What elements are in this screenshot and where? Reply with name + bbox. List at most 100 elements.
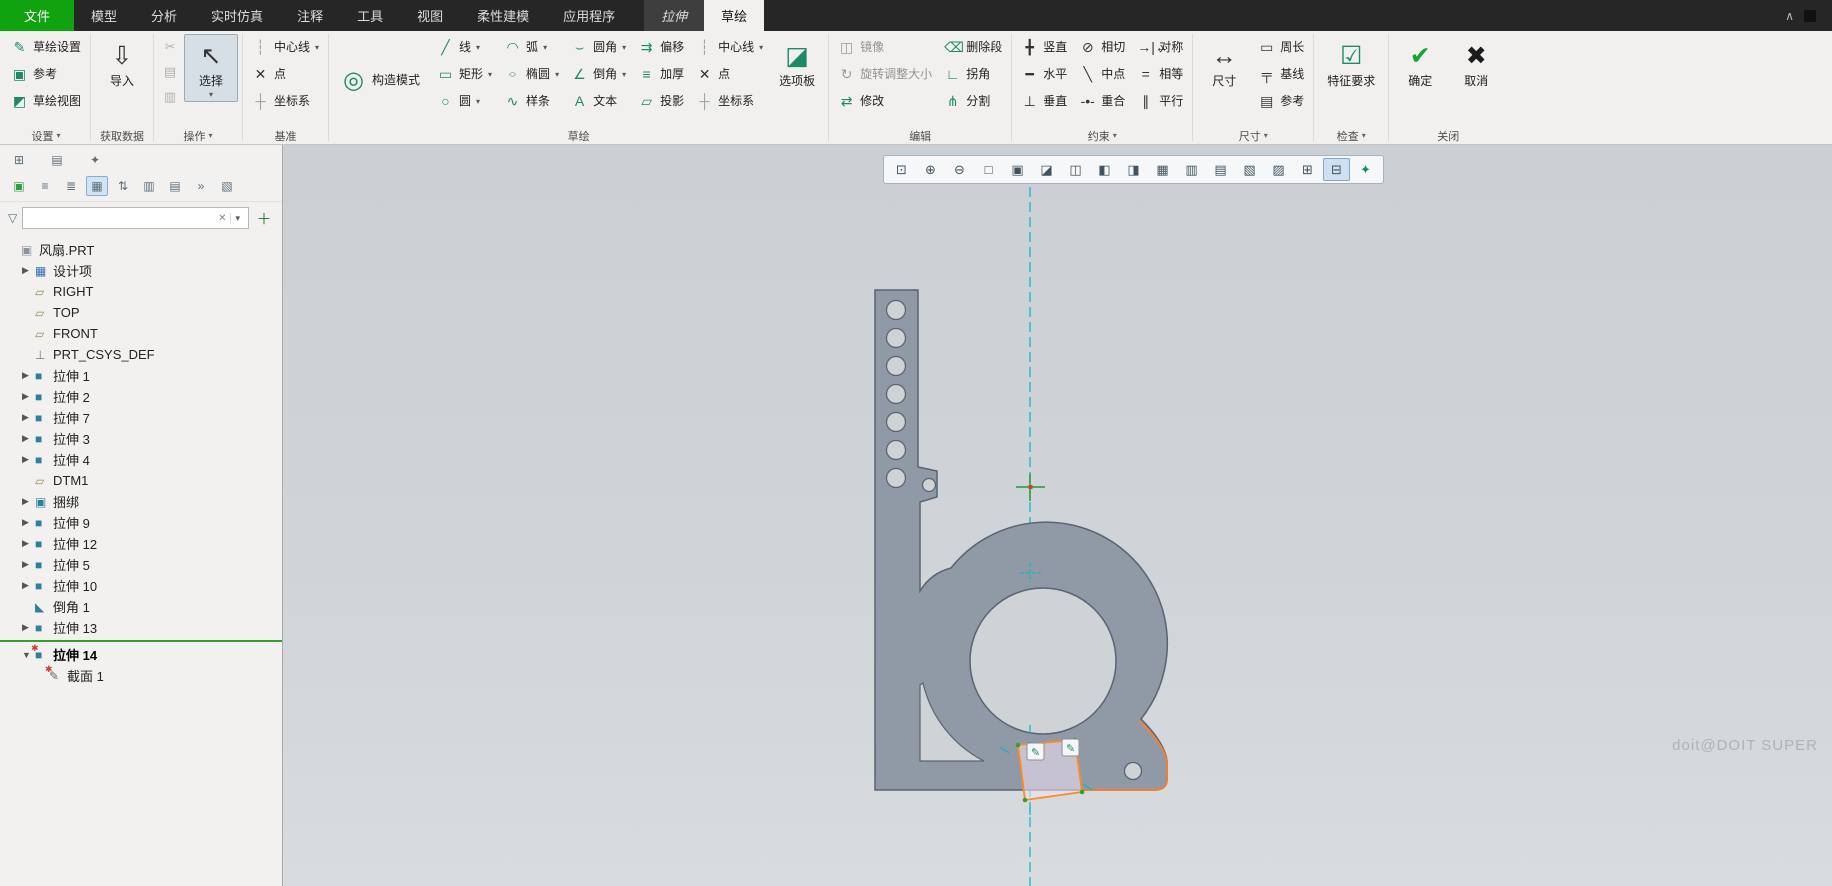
sketch-display-button[interactable]: ▧ [1236, 158, 1263, 181]
zoom-in-button[interactable]: ⊕ [917, 158, 944, 181]
expander-icon[interactable]: ▶ [22, 412, 35, 423]
tangent-constraint-button[interactable]: ⊘ 相切 [1074, 34, 1130, 60]
sketch-mini-button-edit[interactable]: ✎ [1062, 739, 1079, 756]
copy-button[interactable]: ▤ [158, 59, 182, 83]
datum-display-button[interactable]: ▦ [1149, 158, 1176, 181]
reference-dim-button[interactable]: ▤ 参考 [1253, 88, 1309, 114]
expander-icon[interactable]: ▶ [22, 538, 35, 549]
file-menu-button[interactable]: 文件 [0, 0, 74, 31]
dimension-button[interactable]: ↔ 尺寸 [1197, 34, 1251, 90]
tree-item-extrude-9[interactable]: ▶ ■ 拉伸 9 [0, 512, 282, 533]
circle-button[interactable]: ○ 圆 ▾ [432, 88, 497, 114]
expander-icon[interactable]: ▶ [22, 391, 35, 402]
expander-icon[interactable]: ▶ [22, 454, 35, 465]
detail-view-button[interactable]: ≣ [60, 176, 82, 196]
select-button[interactable]: ↖ 选择 ▾ [184, 34, 238, 102]
midpoint-constraint-button[interactable]: ╲ 中点 [1074, 61, 1130, 87]
symmetric-constraint-button[interactable]: →|← 对称 [1132, 34, 1188, 60]
group-label-constrain[interactable]: 约束▾ [1012, 127, 1192, 144]
ellipse-button[interactable]: ○ 椭圆 ▾ [499, 61, 564, 87]
cut-button[interactable]: ✂ [158, 34, 182, 58]
refit-button[interactable]: □ [975, 158, 1002, 181]
delete-segment-button[interactable]: ⌫ 删除段 [939, 34, 1007, 60]
tab-extrude-context[interactable]: 拉伸 [644, 0, 704, 31]
feature-requirements-button[interactable]: ☑ 特征要求 [1318, 34, 1384, 90]
vertical-constraint-button[interactable]: ╋ 竖直 [1016, 34, 1072, 60]
view-manager-button[interactable]: ◧ [1091, 158, 1118, 181]
menubar-tab[interactable]: 工具 [340, 0, 400, 31]
tree-item-extrude-5[interactable]: ▶ ■ 拉伸 5 [0, 554, 282, 575]
menubar-tab[interactable]: 模型 [74, 0, 134, 31]
perimeter-button[interactable]: ▭ 周长 [1253, 34, 1309, 60]
add-filter-button[interactable]: ＋ [254, 208, 274, 229]
menubar-tab[interactable]: 柔性建模 [460, 0, 546, 31]
menubar-tab[interactable]: 分析 [134, 0, 194, 31]
spin-center-button[interactable]: ▤ [1207, 158, 1234, 181]
overflow-button[interactable]: » [190, 176, 212, 196]
display-style-button[interactable]: ▣ [1004, 158, 1031, 181]
tree-item-extrude-4[interactable]: ▶ ■ 拉伸 4 [0, 449, 282, 470]
expander-icon[interactable]: ▶ [22, 496, 35, 507]
group-label-dimension[interactable]: 尺寸▾ [1193, 127, 1313, 144]
tree-item-top-plane[interactable]: ▱ TOP [0, 302, 282, 323]
tree-item-right-plane[interactable]: ▱ RIGHT [0, 281, 282, 302]
centerline-button[interactable]: ┆ 中心线 ▾ [691, 34, 768, 60]
mirror-button[interactable]: ◫ 镜像 [833, 34, 937, 60]
baseline-button[interactable]: ╤ 基线 [1253, 61, 1309, 87]
report-button[interactable]: ▧ [216, 176, 238, 196]
corner-button[interactable]: ∟ 拐角 [939, 61, 1007, 87]
csys-button[interactable]: ┼ 坐标系 [691, 88, 768, 114]
zoom-region-button[interactable]: ⊡ [888, 158, 915, 181]
sketch-view-button[interactable]: ◩ 草绘视图 [6, 88, 86, 114]
search-dropdown-icon[interactable]: ▾ [230, 213, 244, 224]
sketch-setup-button[interactable]: ✎ 草绘设置 [6, 34, 86, 60]
tree-item-extrude-3[interactable]: ▶ ■ 拉伸 3 [0, 428, 282, 449]
graphics-area[interactable]: ✎ ✎ ⊡ ⊕ ⊖ □ ▣ [283, 145, 1832, 886]
tree-item-front-plane[interactable]: ▱ FRONT [0, 323, 282, 344]
group-label-settings[interactable]: 设置▾ [2, 127, 90, 144]
tree-item-design-items[interactable]: ▶ ▦ 设计项 [0, 260, 282, 281]
project-button[interactable]: ▱ 投影 [633, 88, 689, 114]
construction-mode-button[interactable]: ◎ 构造模式 [333, 34, 430, 126]
menubar-tab[interactable]: 视图 [400, 0, 460, 31]
horizontal-constraint-button[interactable]: ━ 水平 [1016, 61, 1072, 87]
list-view-button[interactable]: ≡ [34, 176, 56, 196]
tree-item-extrude-13[interactable]: ▶ ■ 拉伸 13 [0, 617, 282, 638]
text-button[interactable]: A 文本 [566, 88, 631, 114]
menubar-tab[interactable]: 应用程序 [546, 0, 632, 31]
rectangle-button[interactable]: ▭ 矩形 ▾ [432, 61, 497, 87]
tree-item-chamfer-1[interactable]: ◣ 倒角 1 [0, 596, 282, 617]
point-datum-button[interactable]: ✕ 点 [247, 61, 324, 87]
group-label-inspect[interactable]: 检查▾ [1314, 127, 1388, 144]
tree-search-input[interactable] [27, 211, 214, 225]
tree-item-extrude-12[interactable]: ▶ ■ 拉伸 12 [0, 533, 282, 554]
line-button[interactable]: ╱ 线 ▾ [432, 34, 497, 60]
tree-item-extrude-1[interactable]: ▶ ■ 拉伸 1 [0, 365, 282, 386]
sketch-view-button[interactable]: ⊟ [1323, 158, 1350, 181]
paste-button[interactable]: ▥ [158, 84, 182, 108]
expander-icon[interactable]: ▶ [22, 265, 35, 276]
cancel-button[interactable]: ✖ 取消 [1449, 34, 1503, 90]
menubar-tab[interactable]: 实时仿真 [194, 0, 280, 31]
offset-button[interactable]: ⇉ 偏移 [633, 34, 689, 60]
saved-views-button[interactable]: ◫ [1062, 158, 1089, 181]
chamfer-button[interactable]: ∠ 倒角 ▾ [566, 61, 631, 87]
tree-item-part[interactable]: ▣ 风扇.PRT [0, 239, 282, 260]
equal-constraint-button[interactable]: = 相等 [1132, 61, 1188, 87]
rotate-resize-button[interactable]: ↻ 旋转调整大小 [833, 61, 937, 87]
clear-search-icon[interactable]: ✕ [214, 213, 230, 224]
point-button[interactable]: ✕ 点 [691, 61, 768, 87]
coincident-constraint-button[interactable]: -•- 重合 [1074, 88, 1130, 114]
model-tree-toggle[interactable]: ⊞ [8, 150, 30, 170]
annotation-display-button[interactable]: ▥ [1178, 158, 1205, 181]
tree-item-section-1[interactable]: ✱ ✎ 截面 1 [0, 665, 282, 686]
references-button[interactable]: ▣ 参考 [6, 61, 86, 87]
lock-toggle-button[interactable]: ⊞ [1294, 158, 1321, 181]
expander-icon[interactable]: ▶ [22, 580, 35, 591]
expander-icon[interactable]: ▶ [22, 370, 35, 381]
import-button[interactable]: ⇩ 导入 [95, 34, 149, 90]
grid-view-button[interactable]: ▦ [86, 176, 108, 196]
columns-button[interactable]: ▥ [138, 176, 160, 196]
tree-item-dtm1[interactable]: ▱ DTM1 [0, 470, 282, 491]
filter-funnel-icon[interactable]: ▽ [8, 211, 17, 225]
